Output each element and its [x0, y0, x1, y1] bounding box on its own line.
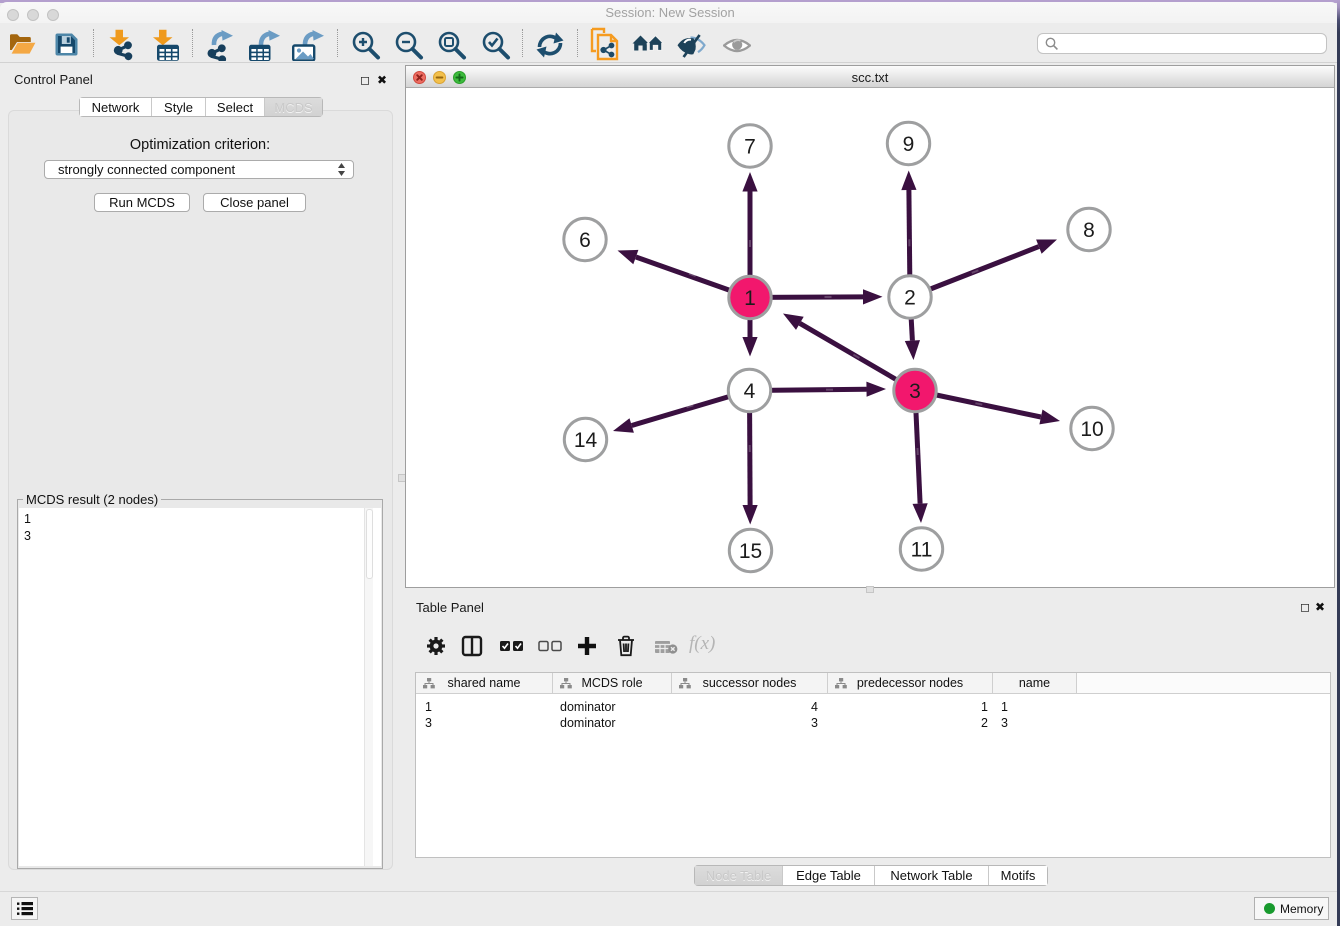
svg-text:3: 3	[909, 380, 921, 403]
svg-text:8: 8	[1083, 219, 1095, 242]
svg-text:11: 11	[911, 539, 933, 562]
svg-text:14: 14	[574, 429, 598, 452]
svg-text:4: 4	[744, 380, 756, 403]
svg-text:10: 10	[1080, 418, 1103, 441]
svg-text:1: 1	[744, 287, 756, 310]
svg-text:15: 15	[739, 540, 762, 563]
svg-text:2: 2	[904, 287, 916, 310]
svg-text:9: 9	[903, 133, 915, 156]
svg-text:6: 6	[579, 229, 591, 252]
svg-text:7: 7	[744, 136, 756, 159]
